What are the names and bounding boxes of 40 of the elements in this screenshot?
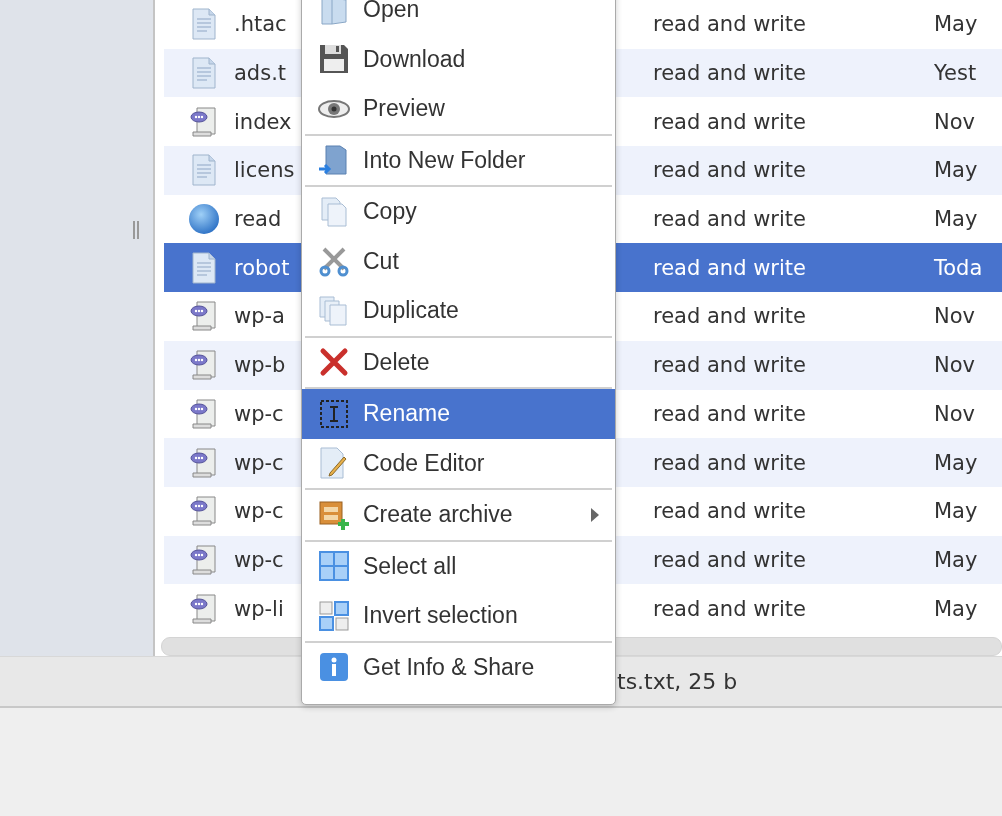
status-text: ts.txt, 25 b xyxy=(617,669,738,694)
permissions-cell-text: read and write xyxy=(653,401,807,426)
modified-cell: May xyxy=(934,12,978,37)
permissions-cell-text: read and write xyxy=(653,207,807,232)
permissions-cell-text: read and write xyxy=(653,596,807,621)
modified-cell: May xyxy=(934,450,978,475)
modified-cell: Nov xyxy=(934,353,975,378)
file-name: wp-c xyxy=(234,450,284,475)
permissions-cell-text: read and write xyxy=(653,12,807,37)
file-name: robot xyxy=(234,255,290,280)
modified-cell: Nov xyxy=(934,109,975,134)
permissions-cell-text: read and write xyxy=(653,109,807,134)
permissions-cell-text: read and write xyxy=(653,547,807,572)
modified-cell: Yest xyxy=(934,61,977,86)
file-name: wp-a xyxy=(234,304,285,329)
modified-cell: Nov xyxy=(934,401,975,426)
permissions-cell-text: read and write xyxy=(653,353,807,378)
file-name: read xyxy=(234,207,282,232)
file-name: ads.t xyxy=(234,61,287,86)
file-name: wp-li xyxy=(234,596,284,621)
file-name: .htac xyxy=(234,12,287,37)
permissions-cell-text: read and write xyxy=(653,158,807,183)
permissions-cell-text: read and write xyxy=(653,499,807,524)
permissions-cell-text: read and write xyxy=(653,61,807,86)
modified-cell: Nov xyxy=(934,304,975,329)
permissions-cell-text: read and write xyxy=(653,255,807,280)
file-name: index xyxy=(234,109,292,134)
modified-cell: Toda xyxy=(934,255,983,280)
modified-cell: May xyxy=(934,499,978,524)
permissions-cell-text: read and write xyxy=(653,304,807,329)
file-name: wp-c xyxy=(234,401,284,426)
modified-cell: May xyxy=(934,547,978,572)
file-name: wp-c xyxy=(234,499,284,524)
modified-cell: May xyxy=(934,158,978,183)
file-name: wp-c xyxy=(234,547,284,572)
modified-cell: May xyxy=(934,207,978,232)
file-name: licens xyxy=(234,158,295,183)
file-name: wp-b xyxy=(234,353,286,378)
permissions-cell-text: read and write xyxy=(653,450,807,475)
modified-cell: May xyxy=(934,596,978,621)
